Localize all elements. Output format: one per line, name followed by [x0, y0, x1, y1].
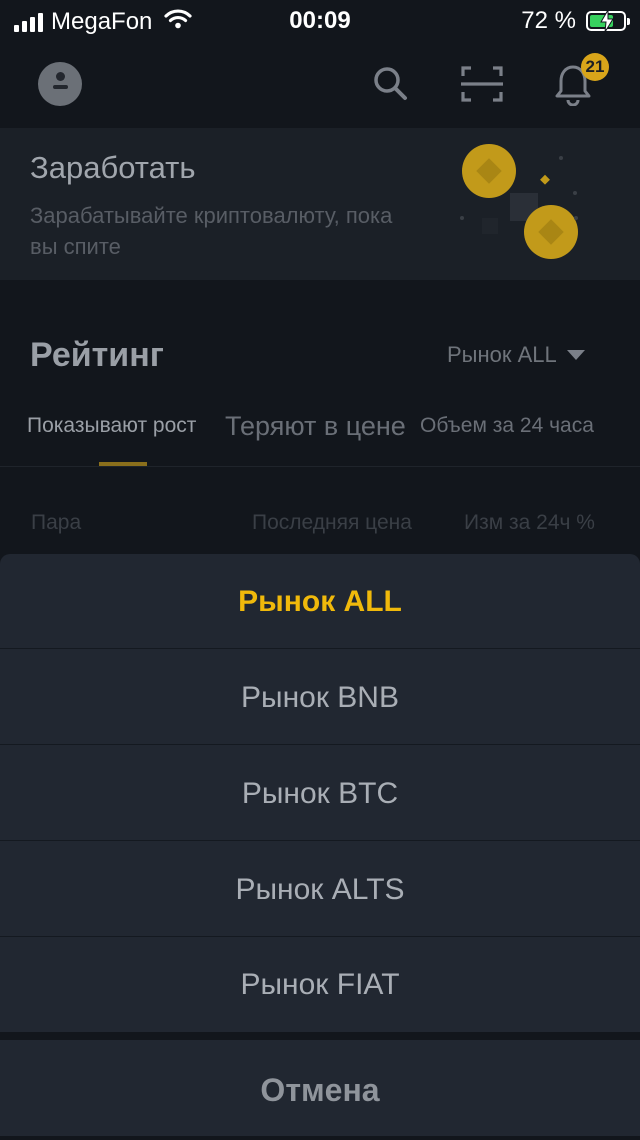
- search-icon[interactable]: [371, 64, 409, 107]
- column-pair: Пара: [31, 511, 82, 534]
- sheet-option-all[interactable]: Рынок ALL: [0, 554, 640, 649]
- cancel-button[interactable]: Отмена: [0, 1040, 640, 1136]
- status-right: 72 %: [521, 7, 630, 35]
- divider: [0, 466, 640, 467]
- column-change-24h[interactable]: Изм за 24ч %: [464, 511, 595, 535]
- notification-badge: 21: [581, 53, 609, 81]
- earn-title: Заработать: [30, 150, 196, 185]
- earn-subtitle: Зарабатывайте криптовалюту, пока вы спит…: [30, 203, 393, 259]
- column-last-price[interactable]: Последняя цена: [252, 511, 412, 535]
- sheet-option-bnb[interactable]: Рынок BNB: [0, 650, 640, 745]
- status-bar: MegaFon 00:09 72 %: [0, 0, 640, 40]
- scan-icon[interactable]: [461, 66, 503, 107]
- battery-percent: 72 %: [521, 7, 576, 34]
- tab-losers[interactable]: Теряют в цене: [225, 411, 406, 442]
- tab-gainers[interactable]: Показывают рост: [27, 414, 196, 438]
- tab-volume[interactable]: Объем за 24 часа: [420, 414, 594, 438]
- avatar[interactable]: [38, 62, 82, 106]
- sheet-option-alts[interactable]: Рынок ALTS: [0, 842, 640, 937]
- caret-down-icon: [566, 342, 585, 368]
- sheet-option-fiat[interactable]: Рынок FIAT: [0, 937, 640, 1032]
- market-select-label: Рынок ALL: [447, 342, 557, 367]
- rating-tabs: Показывают рост Теряют в цене Объем за 2…: [0, 404, 640, 467]
- earn-card[interactable]: Заработать Зарабатывайте криптовалюту, п…: [0, 128, 640, 280]
- coins-illustration: [440, 138, 600, 278]
- rating-title: Рейтинг: [30, 336, 164, 374]
- sheet-option-btc[interactable]: Рынок BTC: [0, 746, 640, 841]
- battery-icon: [586, 10, 630, 32]
- market-select[interactable]: Рынок ALL: [447, 342, 585, 368]
- top-bar: 21: [0, 40, 640, 128]
- market-action-sheet: Рынок ALL Рынок BNB Рынок BTC Рынок ALTS…: [0, 554, 640, 1032]
